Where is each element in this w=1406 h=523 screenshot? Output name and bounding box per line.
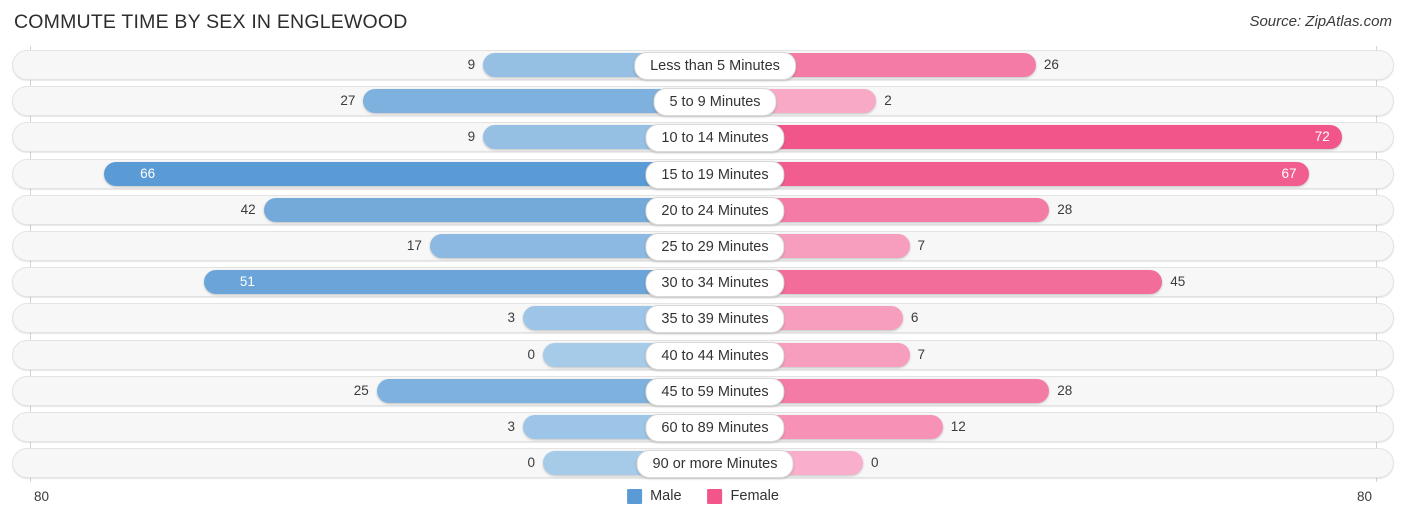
category-label-pill: 35 to 39 Minutes bbox=[645, 305, 785, 334]
bar-value-female: 6 bbox=[910, 310, 919, 326]
page-title: COMMUTE TIME BY SEX IN ENGLEWOOD bbox=[14, 11, 408, 33]
bar-value-male: 3 bbox=[507, 310, 516, 326]
category-label-pill: 90 or more Minutes bbox=[636, 450, 794, 479]
bar-value-male: 9 bbox=[467, 129, 476, 145]
chart-row: 3 6 35 to 39 Minutes bbox=[12, 303, 1394, 334]
chart-row: 9 26 Less than 5 Minutes bbox=[12, 50, 1394, 80]
legend-swatch-icon bbox=[627, 488, 643, 504]
chart-row: 3 12 60 to 89 Minutes bbox=[12, 412, 1394, 442]
bar-value-female: 0 bbox=[871, 455, 879, 471]
chart-row: 17 7 25 to 29 Minutes bbox=[12, 231, 1394, 261]
bar-male[interactable] bbox=[104, 161, 691, 186]
axis-label-right: 80 bbox=[1356, 489, 1372, 504]
category-label-pill: 25 to 29 Minutes bbox=[645, 233, 785, 261]
category-label-pill: 15 to 19 Minutes bbox=[645, 160, 785, 189]
bar-female[interactable] bbox=[715, 161, 1309, 186]
bar-female[interactable] bbox=[715, 125, 1342, 150]
chart-row: 51 45 30 to 34 Minutes bbox=[12, 267, 1394, 298]
bar-value-male: 17 bbox=[406, 238, 422, 253]
bar-value-female: 67 bbox=[1281, 165, 1297, 181]
chart-row: 0 0 90 or more Minutes bbox=[12, 448, 1394, 479]
chart-header: COMMUTE TIME BY SEX IN ENGLEWOOD Source:… bbox=[0, 0, 1406, 44]
legend-label: Female bbox=[730, 488, 779, 504]
bar-male[interactable] bbox=[203, 270, 691, 295]
bar-value-male: 0 bbox=[527, 455, 535, 471]
category-label-pill: 5 to 9 Minutes bbox=[653, 88, 777, 117]
legend-swatch-icon bbox=[707, 488, 723, 504]
bar-male[interactable] bbox=[263, 197, 691, 222]
chart-row: 0 7 40 to 44 Minutes bbox=[12, 339, 1394, 370]
bar-value-female: 28 bbox=[1057, 382, 1073, 398]
category-label-pill: 10 to 14 Minutes bbox=[645, 124, 785, 153]
category-label-pill: 60 to 89 Minutes bbox=[645, 414, 785, 442]
category-label-pill: 30 to 34 Minutes bbox=[645, 269, 785, 298]
category-label-pill: 45 to 59 Minutes bbox=[645, 377, 785, 406]
chart-legend: Male Female bbox=[627, 488, 779, 504]
legend-item-female[interactable]: Female bbox=[707, 488, 779, 504]
category-label-pill: Less than 5 Minutes bbox=[634, 52, 796, 80]
bar-value-male: 0 bbox=[527, 346, 535, 362]
bar-male[interactable] bbox=[363, 89, 691, 114]
chart-root: COMMUTE TIME BY SEX IN ENGLEWOOD Source:… bbox=[0, 0, 1406, 523]
bar-value-female: 12 bbox=[950, 419, 966, 434]
bar-value-male: 51 bbox=[239, 274, 255, 290]
category-label-pill: 40 to 44 Minutes bbox=[645, 341, 785, 370]
bar-value-female: 26 bbox=[1043, 57, 1059, 72]
chart-footer: 80 80 Male Female bbox=[0, 484, 1406, 523]
axis-label-left: 80 bbox=[34, 489, 50, 504]
bar-value-male: 3 bbox=[507, 419, 516, 434]
legend-label: Male bbox=[650, 488, 682, 504]
bar-value-female: 28 bbox=[1057, 201, 1073, 217]
bar-value-female: 7 bbox=[917, 238, 926, 253]
legend-item-male[interactable]: Male bbox=[627, 488, 682, 504]
bar-value-female: 7 bbox=[917, 346, 926, 362]
bar-value-female: 2 bbox=[884, 93, 892, 109]
category-label-pill: 20 to 24 Minutes bbox=[645, 196, 785, 225]
bar-value-female: 45 bbox=[1170, 274, 1186, 290]
chart-row: 42 28 20 to 24 Minutes bbox=[12, 194, 1394, 225]
bar-value-male: 9 bbox=[467, 57, 476, 72]
bar-value-male: 42 bbox=[240, 201, 256, 217]
bar-value-male: 66 bbox=[140, 165, 156, 181]
chart-row: 25 28 45 to 59 Minutes bbox=[12, 375, 1394, 406]
bar-male[interactable] bbox=[376, 378, 691, 403]
bar-value-male: 25 bbox=[353, 382, 369, 398]
plot-area: 9 26 Less than 5 Minutes 27 2 5 to 9 Minutes 9… bbox=[0, 46, 1406, 482]
chart-row: 66 67 15 to 19 Minutes bbox=[12, 158, 1394, 189]
source-attribution: Source: ZipAtlas.com bbox=[1249, 13, 1392, 30]
bar-value-female: 72 bbox=[1314, 129, 1330, 145]
chart-row: 27 2 5 to 9 Minutes bbox=[12, 86, 1394, 117]
chart-row: 9 72 10 to 14 Minutes bbox=[12, 122, 1394, 153]
bar-value-male: 27 bbox=[340, 93, 356, 109]
